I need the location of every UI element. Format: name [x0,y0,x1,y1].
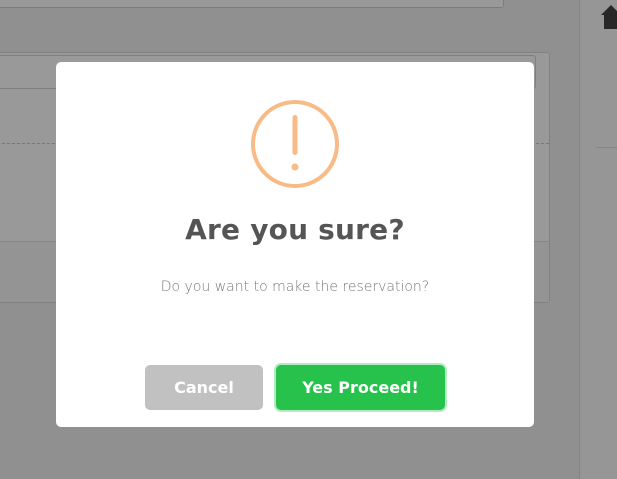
page: Are you sure? Do you want to make the re… [0,0,617,479]
confirm-button[interactable]: Yes Proceed! [276,365,445,410]
dialog-message: Do you want to make the reservation? [160,279,430,295]
dialog-title: Are you sure? [185,213,405,246]
confirm-dialog: Are you sure? Do you want to make the re… [56,62,534,427]
cancel-button[interactable]: Cancel [145,365,263,410]
warning-icon [251,100,339,188]
